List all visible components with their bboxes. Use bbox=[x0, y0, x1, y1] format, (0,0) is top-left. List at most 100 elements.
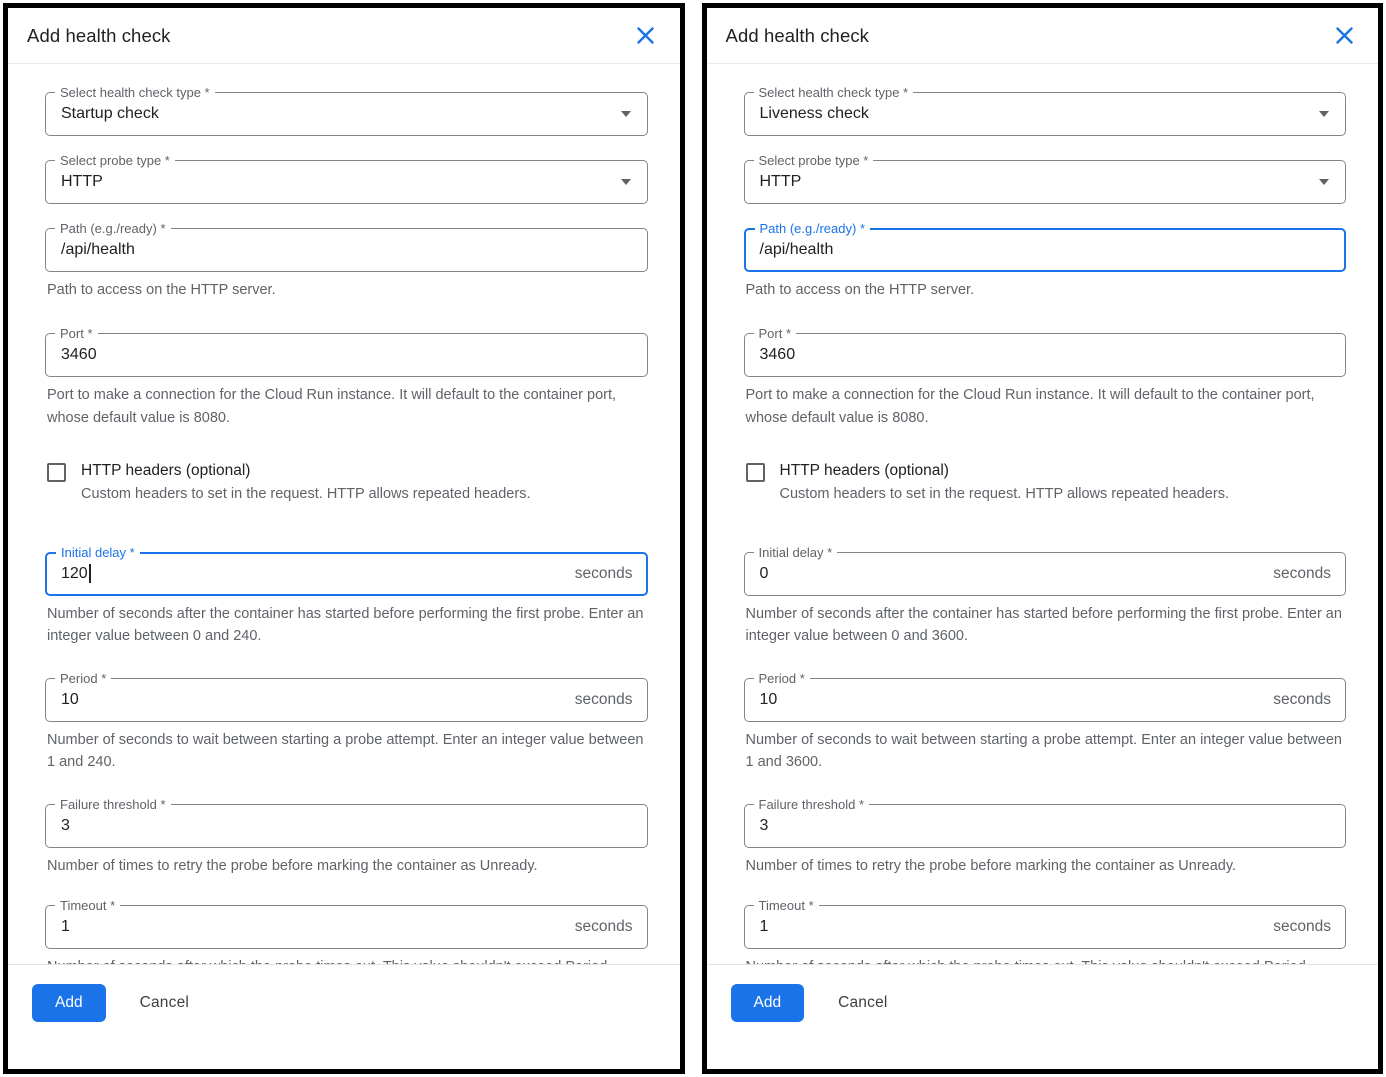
port-input[interactable]: Port * 3460 bbox=[45, 333, 648, 377]
health-check-type-label: Select health check type * bbox=[754, 85, 914, 100]
field-failure-threshold: Failure threshold * 3 Number of times to… bbox=[744, 804, 1347, 877]
port-label: Port * bbox=[754, 326, 797, 341]
http-headers-group: HTTP headers (optional) Custom headers t… bbox=[746, 461, 1347, 503]
timeout-helper: Number of seconds after which the probe … bbox=[47, 956, 647, 964]
failure-threshold-value: 3 bbox=[61, 817, 633, 835]
period-suffix: seconds bbox=[575, 691, 633, 709]
chevron-down-icon bbox=[621, 111, 631, 117]
field-failure-threshold: Failure threshold * 3 Number of times to… bbox=[45, 804, 648, 877]
timeout-suffix: seconds bbox=[1273, 918, 1331, 936]
port-input[interactable]: Port * 3460 bbox=[744, 333, 1347, 377]
probe-type-select[interactable]: Select probe type * HTTP bbox=[744, 160, 1347, 204]
initial-delay-suffix: seconds bbox=[575, 565, 633, 583]
http-headers-label: HTTP headers (optional) bbox=[81, 461, 648, 481]
path-value: /api/health bbox=[760, 241, 1332, 259]
initial-delay-value: 120 bbox=[61, 564, 575, 583]
field-port: Port * 3460 Port to make a connection fo… bbox=[744, 333, 1347, 429]
path-value: /api/health bbox=[61, 241, 633, 259]
field-initial-delay: Initial delay * 120 seconds Number of se… bbox=[45, 552, 648, 648]
dialog-body: Select health check type * Liveness chec… bbox=[707, 64, 1379, 964]
initial-delay-label: Initial delay * bbox=[754, 545, 838, 560]
initial-delay-helper: Number of seconds after the container ha… bbox=[746, 603, 1346, 648]
health-check-type-value: Startup check bbox=[61, 105, 621, 123]
field-period: Period * 10 seconds Number of seconds to… bbox=[744, 678, 1347, 774]
field-path: Path (e.g./ready) * /api/health Path to … bbox=[744, 228, 1347, 301]
dialog-header: Add health check bbox=[8, 8, 680, 64]
dialog-title: Add health check bbox=[726, 25, 870, 47]
port-value: 3460 bbox=[61, 346, 633, 364]
field-health-check-type: Select health check type * Startup check bbox=[45, 92, 648, 136]
path-input[interactable]: Path (e.g./ready) * /api/health bbox=[45, 228, 648, 272]
failure-threshold-label: Failure threshold * bbox=[754, 797, 870, 812]
http-headers-checkbox[interactable] bbox=[746, 463, 765, 482]
port-value: 3460 bbox=[760, 346, 1332, 364]
initial-delay-helper: Number of seconds after the container ha… bbox=[47, 603, 647, 648]
failure-threshold-value: 3 bbox=[760, 817, 1332, 835]
period-input[interactable]: Period * 10 seconds bbox=[744, 678, 1347, 722]
dialog-header: Add health check bbox=[707, 8, 1379, 64]
path-input[interactable]: Path (e.g./ready) * /api/health bbox=[744, 228, 1347, 272]
chevron-down-icon bbox=[1319, 179, 1329, 185]
health-check-type-select[interactable]: Select health check type * Liveness chec… bbox=[744, 92, 1347, 136]
field-path: Path (e.g./ready) * /api/health Path to … bbox=[45, 228, 648, 301]
initial-delay-suffix: seconds bbox=[1273, 565, 1331, 583]
http-headers-desc: Custom headers to set in the request. HT… bbox=[81, 484, 648, 504]
probe-type-value: HTTP bbox=[61, 173, 621, 191]
timeout-label: Timeout * bbox=[754, 898, 819, 913]
field-initial-delay: Initial delay * 0 seconds Number of seco… bbox=[744, 552, 1347, 648]
initial-delay-input[interactable]: Initial delay * 120 seconds bbox=[45, 552, 648, 596]
port-helper: Port to make a connection for the Cloud … bbox=[47, 384, 647, 429]
health-check-type-select[interactable]: Select health check type * Startup check bbox=[45, 92, 648, 136]
dialog-body: Select health check type * Startup check… bbox=[8, 64, 680, 964]
cancel-button[interactable]: Cancel bbox=[838, 994, 887, 1012]
field-timeout: Timeout * 1 seconds Number of seconds af… bbox=[744, 905, 1347, 964]
cancel-button[interactable]: Cancel bbox=[140, 994, 189, 1012]
timeout-suffix: seconds bbox=[575, 918, 633, 936]
field-port: Port * 3460 Port to make a connection fo… bbox=[45, 333, 648, 429]
period-value: 10 bbox=[760, 691, 1274, 709]
close-icon[interactable] bbox=[634, 24, 658, 48]
failure-threshold-helper: Number of times to retry the probe befor… bbox=[746, 855, 1346, 877]
period-helper: Number of seconds to wait between starti… bbox=[746, 729, 1346, 774]
period-input[interactable]: Period * 10 seconds bbox=[45, 678, 648, 722]
close-icon[interactable] bbox=[1332, 24, 1356, 48]
failure-threshold-input[interactable]: Failure threshold * 3 bbox=[45, 804, 648, 848]
dialog-footer: Add Cancel bbox=[8, 964, 680, 1069]
timeout-label: Timeout * bbox=[55, 898, 120, 913]
http-headers-desc: Custom headers to set in the request. HT… bbox=[780, 484, 1347, 504]
port-helper: Port to make a connection for the Cloud … bbox=[746, 384, 1346, 429]
text-caret bbox=[89, 564, 91, 583]
probe-type-label: Select probe type * bbox=[754, 153, 874, 168]
period-helper: Number of seconds to wait between starti… bbox=[47, 729, 647, 774]
dialog-title: Add health check bbox=[27, 25, 171, 47]
period-value: 10 bbox=[61, 691, 575, 709]
health-check-type-label: Select health check type * bbox=[55, 85, 215, 100]
add-button[interactable]: Add bbox=[731, 984, 805, 1022]
field-health-check-type: Select health check type * Liveness chec… bbox=[744, 92, 1347, 136]
initial-delay-value: 0 bbox=[760, 565, 1274, 583]
timeout-input[interactable]: Timeout * 1 seconds bbox=[45, 905, 648, 949]
dialog-footer: Add Cancel bbox=[707, 964, 1379, 1069]
http-headers-group: HTTP headers (optional) Custom headers t… bbox=[47, 461, 648, 503]
failure-threshold-label: Failure threshold * bbox=[55, 797, 171, 812]
chevron-down-icon bbox=[621, 179, 631, 185]
initial-delay-input[interactable]: Initial delay * 0 seconds bbox=[744, 552, 1347, 596]
health-check-type-value: Liveness check bbox=[760, 105, 1320, 123]
field-probe-type: Select probe type * HTTP bbox=[45, 160, 648, 204]
probe-type-select[interactable]: Select probe type * HTTP bbox=[45, 160, 648, 204]
field-period: Period * 10 seconds Number of seconds to… bbox=[45, 678, 648, 774]
period-label: Period * bbox=[55, 671, 111, 686]
field-timeout: Timeout * 1 seconds Number of seconds af… bbox=[45, 905, 648, 964]
chevron-down-icon bbox=[1319, 111, 1329, 117]
http-headers-label: HTTP headers (optional) bbox=[780, 461, 1347, 481]
failure-threshold-input[interactable]: Failure threshold * 3 bbox=[744, 804, 1347, 848]
add-health-check-dialog-liveness: Add health check Select health check typ… bbox=[702, 3, 1384, 1074]
probe-type-value: HTTP bbox=[760, 173, 1320, 191]
path-helper: Path to access on the HTTP server. bbox=[47, 279, 647, 301]
http-headers-checkbox[interactable] bbox=[47, 463, 66, 482]
add-button[interactable]: Add bbox=[32, 984, 106, 1022]
path-label: Path (e.g./ready) * bbox=[755, 221, 871, 236]
timeout-input[interactable]: Timeout * 1 seconds bbox=[744, 905, 1347, 949]
add-health-check-dialog-startup: Add health check Select health check typ… bbox=[3, 3, 685, 1074]
period-label: Period * bbox=[754, 671, 810, 686]
